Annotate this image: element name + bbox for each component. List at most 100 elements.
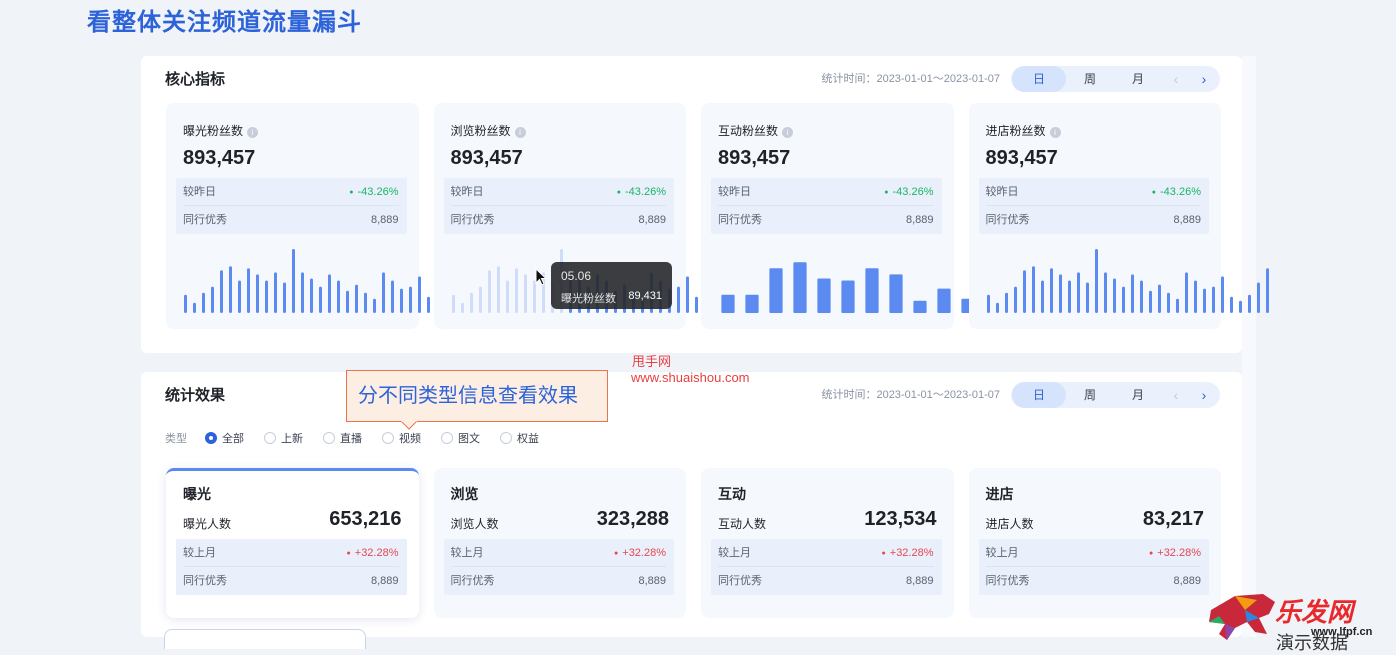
chart-bar[interactable] (1265, 268, 1269, 313)
chart-bar[interactable] (1085, 282, 1089, 314)
chart-bar[interactable] (1031, 266, 1035, 313)
chart-bar[interactable] (478, 286, 482, 313)
effect-card-store[interactable]: 进店 进店人数 83,217 较上月+32.28% 同行优秀8,889 (968, 468, 1221, 618)
chart-bar[interactable] (487, 270, 491, 313)
period-day[interactable]: 日 (1012, 66, 1066, 92)
chart-bar[interactable] (793, 262, 807, 313)
chart-bar[interactable] (364, 292, 367, 313)
chart-bar[interactable] (1184, 272, 1188, 313)
period-day[interactable]: 日 (1012, 382, 1066, 408)
chart-bar[interactable] (451, 294, 455, 313)
chart-bar[interactable] (310, 278, 313, 314)
filter-new[interactable]: 上新 (264, 430, 303, 446)
chart-bar[interactable] (841, 280, 855, 314)
chart-bar[interactable] (1139, 280, 1143, 314)
chart-bar[interactable] (1121, 286, 1125, 313)
chart-bar[interactable] (469, 292, 473, 313)
chart-bar[interactable] (1193, 280, 1197, 314)
metric-card[interactable]: 互动粉丝数i 893,457 较昨日-43.26% 同行优秀8,889 (701, 103, 999, 329)
mini-bar-chart[interactable] (978, 243, 1278, 313)
chart-bar[interactable] (229, 266, 232, 313)
chart-bar[interactable] (523, 274, 527, 313)
chart-bar[interactable] (1229, 296, 1233, 313)
chevron-left-icon[interactable]: ‹ (1162, 71, 1190, 87)
metric-card[interactable]: 曝光粉丝数i 893,457 较昨日-43.26% 同行优秀8,889 (166, 103, 466, 329)
chart-bar[interactable] (247, 268, 250, 313)
chart-bar[interactable] (1094, 249, 1098, 313)
chevron-left-icon[interactable]: ‹ (1162, 387, 1190, 403)
chart-bar[interactable] (1076, 272, 1080, 313)
chart-bar[interactable] (427, 296, 430, 313)
chart-bar[interactable] (1040, 280, 1044, 314)
chart-bar[interactable] (292, 249, 295, 313)
chart-bar[interactable] (1103, 272, 1107, 313)
chart-bar[interactable] (400, 288, 403, 313)
chart-bar[interactable] (328, 274, 331, 313)
chart-bar[interactable] (913, 300, 927, 313)
chart-bar[interactable] (355, 284, 358, 313)
chart-bar[interactable] (238, 280, 241, 314)
chart-bar[interactable] (1256, 282, 1260, 314)
info-icon[interactable]: i (782, 127, 794, 138)
period-month[interactable]: 月 (1114, 382, 1162, 408)
chart-bar[interactable] (1013, 286, 1017, 313)
chart-bar[interactable] (1022, 270, 1026, 313)
chart-bar[interactable] (346, 290, 349, 313)
chart-bar[interactable] (220, 270, 223, 313)
chart-bar[interactable] (211, 286, 214, 313)
chart-bar[interactable] (1058, 274, 1062, 313)
chart-bar[interactable] (1211, 286, 1215, 313)
chart-bar[interactable] (274, 272, 277, 313)
chart-bar[interactable] (1220, 276, 1224, 313)
chart-bar[interactable] (995, 302, 999, 313)
chevron-right-icon[interactable]: › (1190, 387, 1218, 403)
effect-card-browse[interactable]: 浏览 浏览人数 323,288 较上月+32.28% 同行优秀8,889 (433, 468, 686, 618)
mini-bar-chart[interactable] (175, 243, 475, 313)
filter-benefit[interactable]: 权益 (500, 430, 539, 446)
chart-bar[interactable] (514, 268, 518, 313)
chart-bar[interactable] (418, 276, 421, 313)
chart-bar[interactable] (1238, 300, 1242, 313)
chart-bar[interactable] (193, 302, 196, 313)
metric-card[interactable]: 进店粉丝数i 893,457 较昨日-43.26% 同行优秀8,889 (968, 103, 1269, 329)
chart-bar[interactable] (1112, 278, 1116, 314)
chart-bar[interactable] (1157, 284, 1161, 313)
chart-bar[interactable] (391, 280, 394, 314)
effect-card-interact[interactable]: 互动 互动人数 123,534 较上月+32.28% 同行优秀8,889 (701, 468, 954, 618)
chart-bar[interactable] (1148, 290, 1152, 313)
chart-bar[interactable] (460, 302, 464, 313)
info-icon[interactable]: i (247, 127, 259, 138)
effect-card-exposure[interactable]: 曝光 曝光人数 653,216 较上月+32.28% 同行优秀8,889 (166, 468, 419, 618)
chart-bar[interactable] (184, 294, 187, 313)
chart-bar[interactable] (721, 294, 735, 313)
chart-bar[interactable] (505, 280, 509, 314)
period-week[interactable]: 周 (1066, 382, 1114, 408)
chart-bar[interactable] (817, 278, 831, 314)
chart-bar[interactable] (1130, 274, 1134, 313)
chart-bar[interactable] (889, 274, 903, 313)
chart-bar[interactable] (676, 286, 680, 313)
chart-bar[interactable] (1247, 294, 1251, 313)
filter-video[interactable]: 视频 (382, 430, 421, 446)
chart-bar[interactable] (496, 266, 500, 313)
chart-bar[interactable] (1202, 288, 1206, 313)
chart-bar[interactable] (1049, 268, 1053, 313)
chevron-right-icon[interactable]: › (1190, 71, 1218, 87)
chart-bar[interactable] (745, 294, 759, 313)
chart-bar[interactable] (1175, 298, 1179, 313)
chart-bar[interactable] (1067, 280, 1071, 314)
bottom-button-edge[interactable] (164, 629, 366, 649)
chart-bar[interactable] (382, 272, 385, 313)
chart-bar[interactable] (265, 280, 268, 314)
chart-bar[interactable] (1166, 292, 1170, 313)
chart-bar[interactable] (685, 276, 689, 313)
chart-bar[interactable] (373, 298, 376, 313)
info-icon[interactable]: i (514, 127, 526, 138)
filter-live[interactable]: 直播 (323, 430, 362, 446)
chart-bar[interactable] (937, 288, 951, 313)
info-icon[interactable]: i (1049, 127, 1061, 138)
chart-bar[interactable] (283, 282, 286, 314)
mini-bar-chart[interactable] (710, 243, 1010, 313)
chart-bar[interactable] (301, 272, 304, 313)
period-month[interactable]: 月 (1114, 66, 1162, 92)
